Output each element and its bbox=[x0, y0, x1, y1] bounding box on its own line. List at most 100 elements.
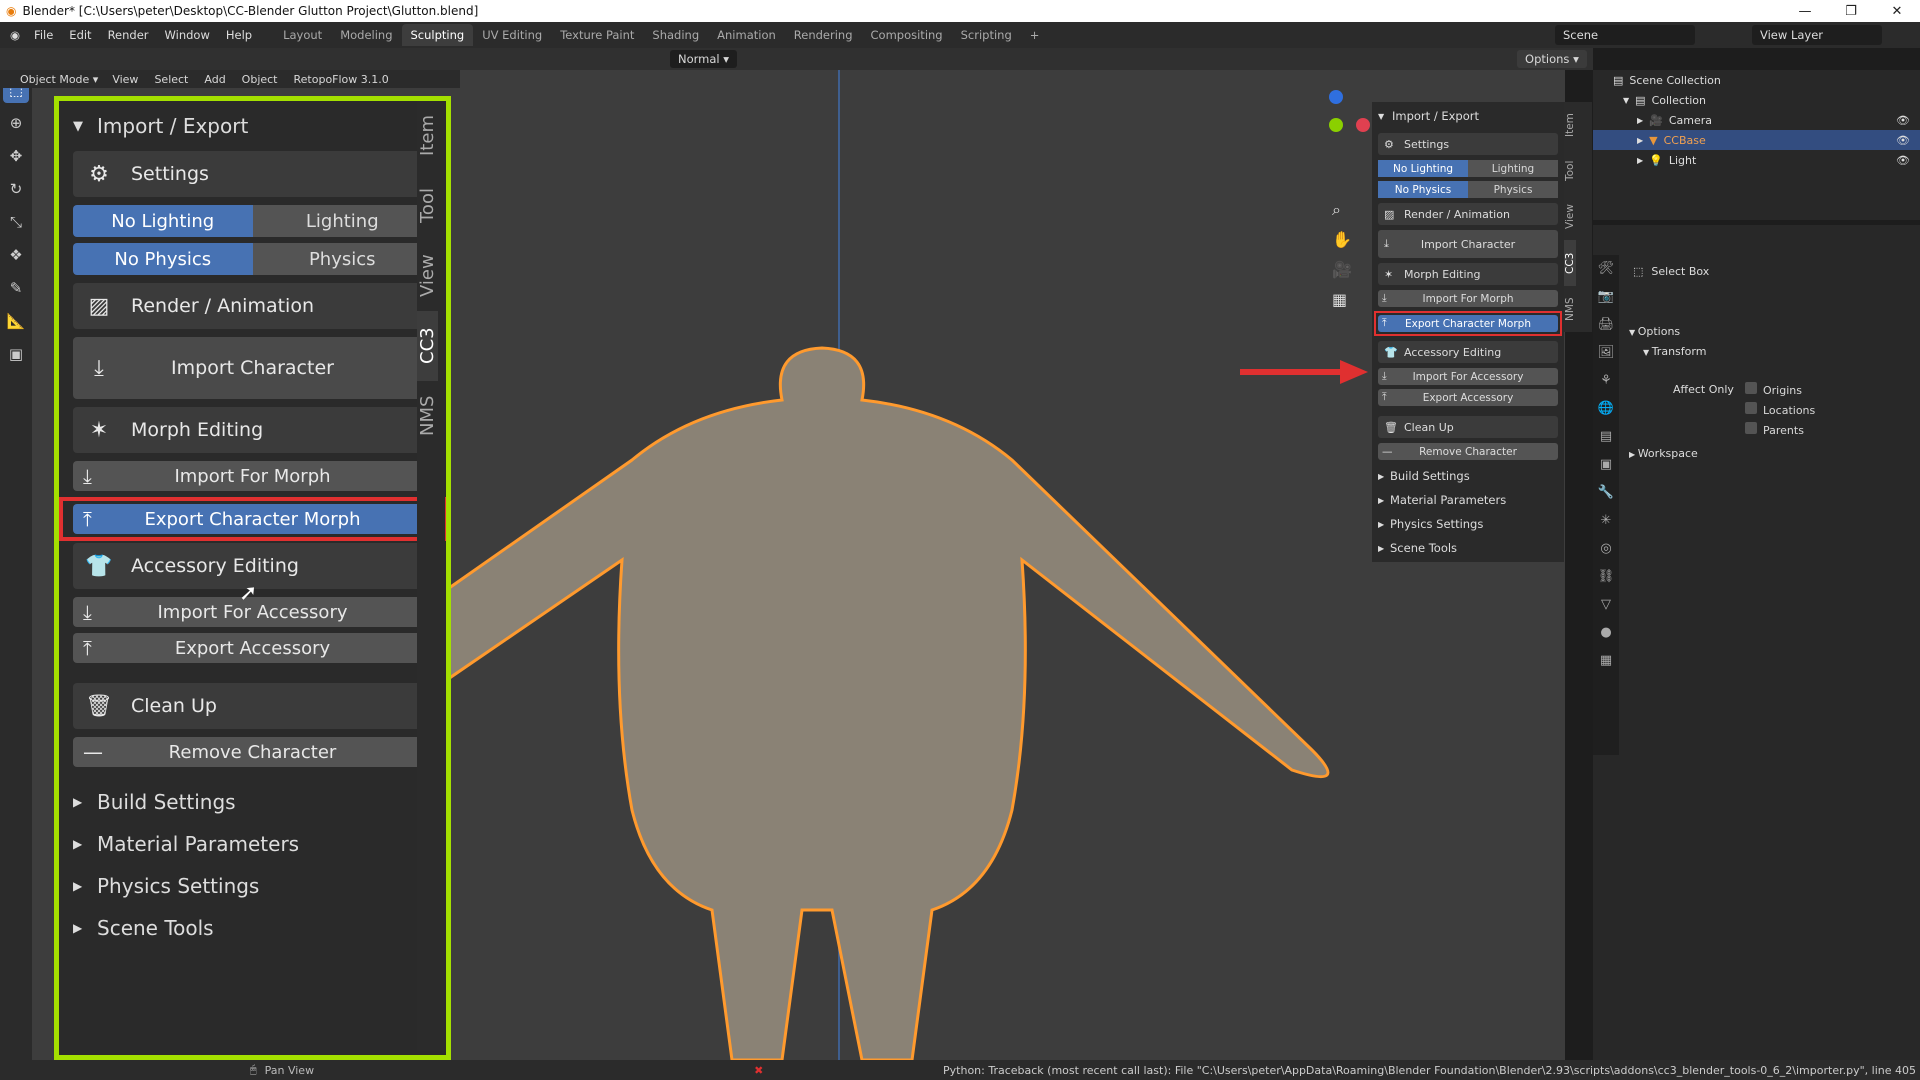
outliner-item-light[interactable]: ▶ 💡 Light 👁 bbox=[1593, 150, 1920, 170]
texture-tab-icon[interactable]: ▦ bbox=[1593, 647, 1619, 675]
collection-tab-icon[interactable]: ▤ bbox=[1593, 423, 1619, 451]
tab-view[interactable]: View bbox=[417, 241, 438, 311]
section-scene-tools[interactable]: ▶ Scene Tools bbox=[73, 907, 432, 949]
clean-up-button[interactable]: 🗑 Clean Up bbox=[73, 683, 432, 729]
section-physics-settings[interactable]: ▶ Physics Settings bbox=[73, 865, 432, 907]
minimize-button[interactable]: — bbox=[1782, 0, 1828, 22]
annotate-tool-icon[interactable]: ✎ bbox=[3, 275, 29, 301]
gizmo-z-icon[interactable] bbox=[1329, 90, 1343, 104]
menu-render[interactable]: Render bbox=[100, 28, 157, 42]
menu-select[interactable]: Select bbox=[146, 73, 196, 86]
scale-tool-icon[interactable]: ⤡ bbox=[3, 209, 29, 235]
object-tab-icon[interactable]: ▣ bbox=[1593, 451, 1619, 479]
pan-hand-icon[interactable]: ✋ bbox=[1332, 225, 1352, 255]
physics-button[interactable]: Physics bbox=[1468, 181, 1558, 198]
menu-file[interactable]: File bbox=[26, 28, 61, 42]
transform-section[interactable]: ▼ Transform bbox=[1643, 345, 1706, 358]
tab-modeling[interactable]: Modeling bbox=[331, 24, 401, 46]
no-physics-button[interactable]: No Physics bbox=[1378, 181, 1468, 198]
output-tab-icon[interactable]: 🖨 bbox=[1593, 311, 1619, 339]
morph-editing-button[interactable]: ✶ Morph Editing bbox=[1378, 263, 1558, 285]
zoom-icon[interactable]: ⌕ bbox=[1332, 195, 1352, 225]
visibility-eye-icon[interactable]: 👁 bbox=[1896, 114, 1910, 127]
tab-item[interactable]: Item bbox=[417, 101, 438, 171]
import-for-accessory-button[interactable]: ⤓ Import For Accessory bbox=[1378, 368, 1558, 385]
tab-texture-paint[interactable]: Texture Paint bbox=[551, 24, 643, 46]
menu-object[interactable]: Object bbox=[234, 73, 286, 86]
outliner-scene-collection[interactable]: ▤ Scene Collection bbox=[1593, 70, 1920, 90]
scene-selector[interactable]: Scene bbox=[1555, 25, 1695, 45]
lighting-button[interactable]: Lighting bbox=[252, 205, 432, 237]
visibility-eye-icon[interactable]: 👁 bbox=[1896, 154, 1910, 167]
tab-animation[interactable]: Animation bbox=[708, 24, 785, 46]
particles-tab-icon[interactable]: ✳ bbox=[1593, 507, 1619, 535]
tab-nms[interactable]: NMS bbox=[1564, 286, 1576, 332]
export-accessory-button[interactable]: ⤒ Export Accessory bbox=[73, 633, 432, 663]
cursor-tool-icon[interactable]: ⊕ bbox=[3, 110, 29, 136]
export-accessory-button[interactable]: ⤒ Export Accessory bbox=[1378, 389, 1558, 406]
physics-button[interactable]: Physics bbox=[252, 243, 432, 275]
tab-layout[interactable]: Layout bbox=[274, 24, 331, 46]
accessory-editing-button[interactable]: 👕 Accessory Editing bbox=[1378, 341, 1558, 363]
outliner-collection[interactable]: ▼ ▤ Collection bbox=[1593, 90, 1920, 110]
tab-tool[interactable]: Tool bbox=[1564, 148, 1576, 194]
world-tab-icon[interactable]: 🌐 bbox=[1593, 395, 1619, 423]
settings-button[interactable]: ⚙ Settings bbox=[1378, 133, 1558, 155]
render-tab-icon[interactable]: 📷 bbox=[1593, 283, 1619, 311]
section-build-settings[interactable]: ▶ Build Settings bbox=[73, 781, 432, 823]
data-tab-icon[interactable]: ▽ bbox=[1593, 591, 1619, 619]
modifier-tab-icon[interactable]: 🔧 bbox=[1593, 479, 1619, 507]
import-for-morph-button[interactable]: ⤓ Import For Morph bbox=[73, 461, 432, 491]
render-animation-button[interactable]: ▨ Render / Animation bbox=[73, 283, 432, 329]
morph-editing-button[interactable]: ✶ Morph Editing bbox=[73, 407, 432, 453]
navigation-gizmo[interactable] bbox=[1302, 90, 1372, 160]
view-layer-tab-icon[interactable]: 🖼 bbox=[1593, 339, 1619, 367]
outliner-item-camera[interactable]: ▶ 🎥 Camera 👁 bbox=[1593, 110, 1920, 130]
physics-tab-icon[interactable]: ◎ bbox=[1593, 535, 1619, 563]
origins-checkbox[interactable]: Origins bbox=[1745, 381, 1815, 401]
tab-uv-editing[interactable]: UV Editing bbox=[473, 24, 551, 46]
move-tool-icon[interactable]: ✥ bbox=[3, 143, 29, 169]
tab-nms[interactable]: NMS bbox=[417, 381, 438, 451]
lighting-button[interactable]: Lighting bbox=[1468, 160, 1558, 177]
add-cube-tool-icon[interactable]: ▣ bbox=[3, 341, 29, 367]
menu-retopoflow[interactable]: RetopoFlow 3.1.0 bbox=[286, 73, 397, 86]
tab-tool[interactable]: Tool bbox=[417, 171, 438, 241]
outliner-item-ccbase[interactable]: ▶ ▼ CCBase 👁 bbox=[1593, 130, 1920, 150]
clean-up-button[interactable]: 🗑 Clean Up bbox=[1378, 416, 1558, 438]
section-build-settings[interactable]: ▶ Build Settings bbox=[1378, 464, 1558, 488]
export-character-morph-button[interactable]: ⤒ Export Character Morph bbox=[73, 504, 432, 534]
no-lighting-button[interactable]: No Lighting bbox=[1378, 160, 1468, 177]
locations-checkbox[interactable]: Locations bbox=[1745, 401, 1815, 421]
menu-edit[interactable]: Edit bbox=[61, 28, 99, 42]
import-for-morph-button[interactable]: ⤓ Import For Morph bbox=[1378, 290, 1558, 307]
measure-tool-icon[interactable]: 📐 bbox=[3, 308, 29, 334]
material-tab-icon[interactable]: ● bbox=[1593, 619, 1619, 647]
no-lighting-button[interactable]: No Lighting bbox=[73, 205, 253, 237]
maximize-button[interactable]: ❐ bbox=[1828, 0, 1874, 22]
no-physics-button[interactable]: No Physics bbox=[73, 243, 253, 275]
tab-sculpting[interactable]: Sculpting bbox=[401, 24, 474, 46]
menu-help[interactable]: Help bbox=[218, 28, 260, 42]
options-section[interactable]: ▼ Options bbox=[1629, 325, 1680, 338]
tab-item[interactable]: Item bbox=[1564, 102, 1576, 148]
tab-cc3[interactable]: CC3 bbox=[417, 311, 438, 381]
tab-shading[interactable]: Shading bbox=[643, 24, 708, 46]
tab-compositing[interactable]: Compositing bbox=[862, 24, 952, 46]
import-character-button[interactable]: ⤓ Import Character bbox=[1378, 230, 1558, 258]
constraints-tab-icon[interactable]: ⛓ bbox=[1593, 563, 1619, 591]
settings-button[interactable]: ⚙ Settings bbox=[73, 151, 432, 197]
tab-view[interactable]: View bbox=[1564, 194, 1576, 240]
add-workspace-button[interactable]: + bbox=[1021, 24, 1049, 46]
parents-checkbox[interactable]: Parents bbox=[1745, 421, 1815, 441]
blender-menu-icon[interactable]: ◉ bbox=[10, 28, 20, 42]
remove-character-button[interactable]: — Remove Character bbox=[1378, 443, 1558, 460]
mode-dropdown[interactable]: Object Mode ▾ bbox=[14, 73, 104, 86]
tab-scripting[interactable]: Scripting bbox=[952, 24, 1021, 46]
render-animation-button[interactable]: ▨ Render / Animation bbox=[1378, 203, 1558, 225]
section-physics-settings[interactable]: ▶ Physics Settings bbox=[1378, 512, 1558, 536]
ortho-grid-icon[interactable]: ▦ bbox=[1332, 285, 1352, 315]
remove-character-button[interactable]: — Remove Character bbox=[73, 737, 432, 767]
scene-tab-icon[interactable]: ⚘ bbox=[1593, 367, 1619, 395]
gizmo-x-icon[interactable] bbox=[1356, 118, 1370, 132]
